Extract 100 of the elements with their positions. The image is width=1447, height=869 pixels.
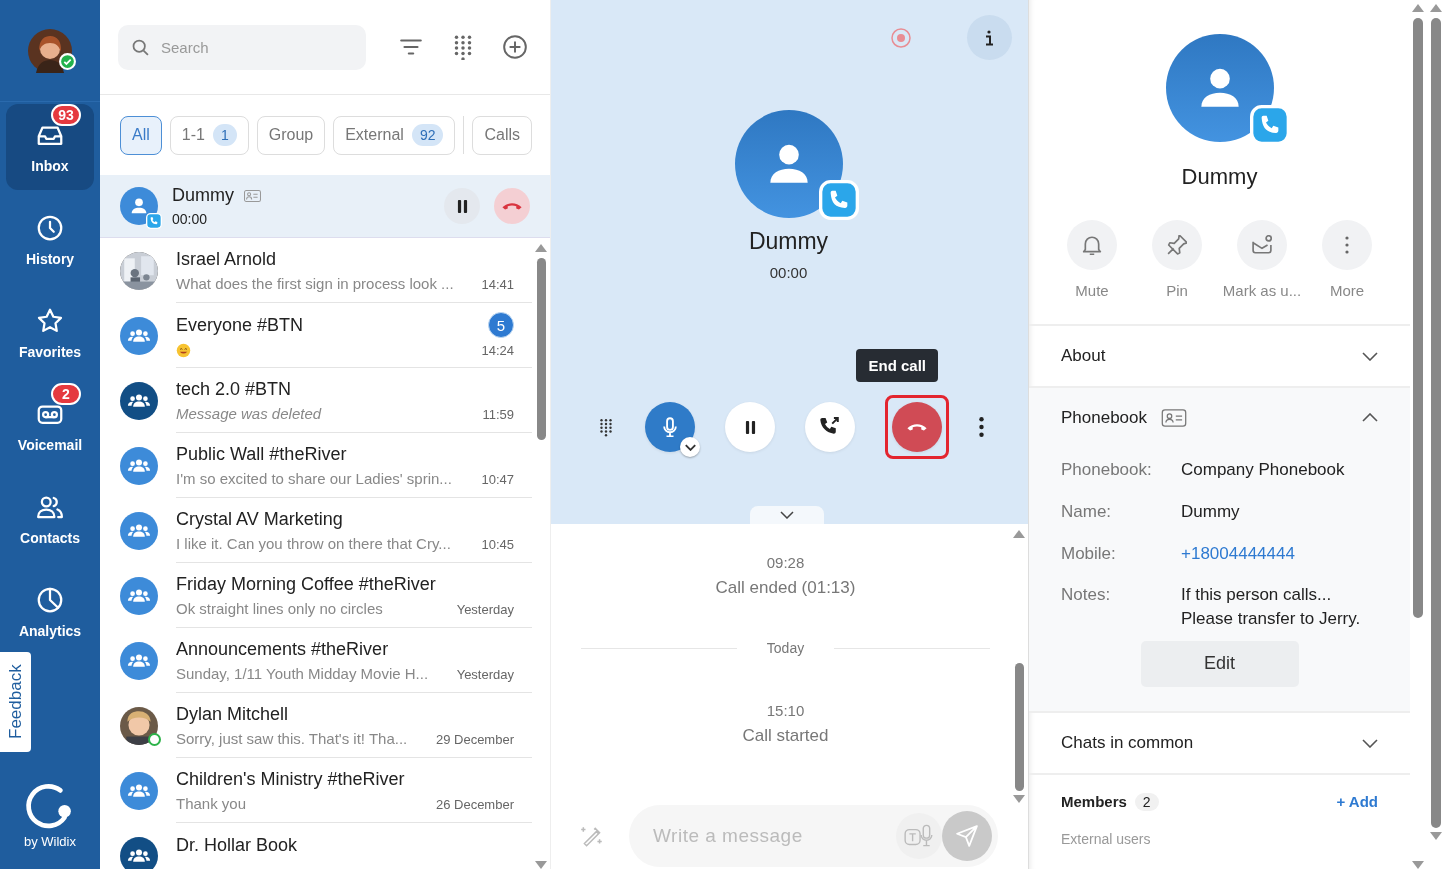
count-badge: 2 bbox=[1134, 793, 1159, 811]
feedback-tab[interactable]: Feedback bbox=[0, 652, 31, 752]
hold-button[interactable] bbox=[725, 402, 775, 452]
phone-link[interactable]: +18004444444 bbox=[1181, 541, 1295, 566]
conversation-name: Public Wall #theRiver bbox=[176, 443, 347, 465]
timestamp: Yesterday bbox=[456, 601, 514, 617]
active-call-row[interactable]: Dummy 00:00 bbox=[100, 175, 550, 238]
message-preview: Sunday, 1/11 Youth Midday Movie H... bbox=[176, 664, 429, 682]
members-title: Members bbox=[1061, 793, 1127, 811]
field-value: If this person calls... Please transfer to Jerry. bbox=[1181, 584, 1362, 631]
call-event-text: Call ended (01:13) bbox=[715, 578, 856, 598]
count-badge: 92 bbox=[411, 124, 444, 146]
conversation-item[interactable]: tech 2.0 #BTN Message was deleted 11:59 bbox=[100, 368, 532, 433]
conversation-item[interactable]: Dr. Hollar Book bbox=[100, 823, 532, 869]
contact-card-icon bbox=[244, 189, 261, 202]
tooltip: End call bbox=[856, 349, 938, 382]
send-icon bbox=[956, 825, 978, 847]
caret-icon bbox=[684, 443, 696, 451]
microphone-button[interactable] bbox=[645, 402, 695, 452]
pie-chart-icon bbox=[35, 585, 65, 615]
nav-item[interactable]: 93 Inbox bbox=[6, 104, 94, 190]
nav-item[interactable]: Favorites bbox=[6, 290, 94, 376]
action-button[interactable]: Mark as u... bbox=[1219, 220, 1305, 299]
hang-up-button[interactable] bbox=[494, 188, 530, 224]
chevron-down-icon bbox=[1362, 738, 1378, 748]
section-header[interactable]: About bbox=[1029, 326, 1410, 386]
unread-badge: 93 bbox=[51, 104, 81, 126]
section-header[interactable]: Phonebook bbox=[1029, 388, 1410, 448]
filter-chip[interactable]: Group bbox=[256, 115, 326, 155]
more-icon[interactable] bbox=[979, 417, 984, 437]
nav-item[interactable]: Contacts bbox=[6, 476, 94, 562]
conversation-item[interactable]: Public Wall #theRiver I'm so excited to share our Ladies' sprin... 10:47 bbox=[100, 433, 532, 498]
filter-chip[interactable]: 1-1 1 bbox=[169, 115, 249, 155]
hang-up-icon bbox=[502, 202, 522, 210]
conversation-name: Dylan Mitchell bbox=[176, 703, 289, 725]
action-button[interactable]: More bbox=[1304, 220, 1390, 299]
timestamp: 10:45 bbox=[481, 536, 514, 552]
search-field[interactable]: Search bbox=[118, 24, 366, 70]
conversation-name: Friday Morning Coffee #theRiver bbox=[176, 573, 436, 595]
conversation-item[interactable]: Children's Ministry #theRiver Thank you 26 December bbox=[100, 758, 532, 823]
info-button[interactable] bbox=[967, 15, 1012, 60]
action-button[interactable]: Mute bbox=[1049, 220, 1135, 299]
bell-icon bbox=[1082, 235, 1102, 255]
unread-badge: 5 bbox=[488, 312, 514, 338]
message-preview: Thank you bbox=[176, 794, 247, 812]
conversation-item[interactable]: Everyone #BTN 5 14:24 bbox=[100, 303, 532, 368]
contact-name: Dummy bbox=[172, 185, 234, 206]
message-preview: Ok straight lines only no circles bbox=[176, 599, 383, 617]
date-divider: Today bbox=[766, 640, 805, 656]
scrollbar[interactable] bbox=[1410, 4, 1425, 869]
brand-text: by Wildix bbox=[24, 834, 76, 849]
nav-item[interactable]: 2 Voicemail bbox=[6, 383, 94, 469]
nav-item[interactable]: Analytics bbox=[6, 569, 94, 655]
edit-button[interactable]: Edit bbox=[1140, 641, 1299, 687]
conversation-name: tech 2.0 #BTN bbox=[176, 378, 292, 400]
filter-chip[interactable]: Calls bbox=[472, 115, 532, 155]
timestamp: 14:24 bbox=[481, 343, 514, 358]
hang-up-icon bbox=[907, 423, 927, 431]
conversation-item[interactable]: Crystal AV Marketing I like it. Can you throw on there that Cry... 10:45 bbox=[100, 498, 532, 563]
chevron-up-icon bbox=[1362, 413, 1378, 423]
smiley-icon bbox=[176, 343, 191, 358]
pin-icon bbox=[1167, 235, 1187, 255]
conversation-item[interactable]: Friday Morning Coffee #theRiver Ok straight lines only no circles Yesterday bbox=[100, 563, 532, 628]
conversation-item[interactable]: Israel Arnold What does the first sign in process look ... 14:41 bbox=[100, 238, 532, 303]
timestamp: 11:59 bbox=[482, 406, 514, 422]
phone-badge-icon bbox=[1249, 105, 1290, 145]
event-time: 09:28 bbox=[766, 554, 805, 571]
chevron-down-icon bbox=[779, 511, 794, 519]
more-icon bbox=[1345, 236, 1349, 254]
pause-icon bbox=[744, 419, 756, 435]
caret-button[interactable] bbox=[680, 437, 700, 457]
field-value: Company Phonebook bbox=[1181, 459, 1346, 481]
call-timer: 00:00 bbox=[172, 211, 209, 227]
call-event-text: Call started bbox=[742, 726, 829, 746]
microphone-icon bbox=[663, 417, 677, 437]
filter-chip[interactable]: External 92 bbox=[333, 115, 456, 155]
conversation-name: Dr. Hollar Book bbox=[176, 835, 298, 856]
end-call-button[interactable] bbox=[892, 402, 942, 452]
hold-button[interactable] bbox=[444, 188, 480, 224]
timestamp: 29 December bbox=[435, 731, 514, 747]
add-icon[interactable] bbox=[502, 34, 528, 60]
clock-icon bbox=[35, 213, 65, 243]
timestamp: 26 December bbox=[435, 796, 514, 812]
transfer-button[interactable] bbox=[805, 402, 855, 452]
subsection-label: External users bbox=[1060, 830, 1152, 847]
conversation-name: Children's Ministry #theRiver bbox=[176, 768, 405, 790]
conversation-item[interactable]: Announcements #theRiver Sunday, 1/11 Youth Midday Movie H... Yesterday bbox=[100, 628, 532, 693]
dialpad-icon[interactable] bbox=[597, 416, 615, 438]
field-label: Phonebook: bbox=[1061, 460, 1153, 481]
conversation-name: Announcements #theRiver bbox=[176, 638, 389, 660]
add-link[interactable]: + Add bbox=[1336, 793, 1378, 811]
nav-item[interactable]: History bbox=[6, 197, 94, 283]
filter-chip[interactable]: All bbox=[120, 115, 162, 155]
collapse-button[interactable] bbox=[749, 506, 824, 524]
field-label: Name: bbox=[1061, 501, 1113, 523]
message-preview: What does the first sign in process look ... bbox=[176, 274, 454, 292]
conversation-item[interactable]: Dylan Mitchell Sorry, just saw this. That's it! Tha... 29 December bbox=[100, 693, 532, 758]
action-button[interactable]: Pin bbox=[1134, 220, 1220, 299]
field-label: Mobile: bbox=[1061, 543, 1117, 565]
section-header[interactable]: Chats in common bbox=[1029, 713, 1410, 773]
